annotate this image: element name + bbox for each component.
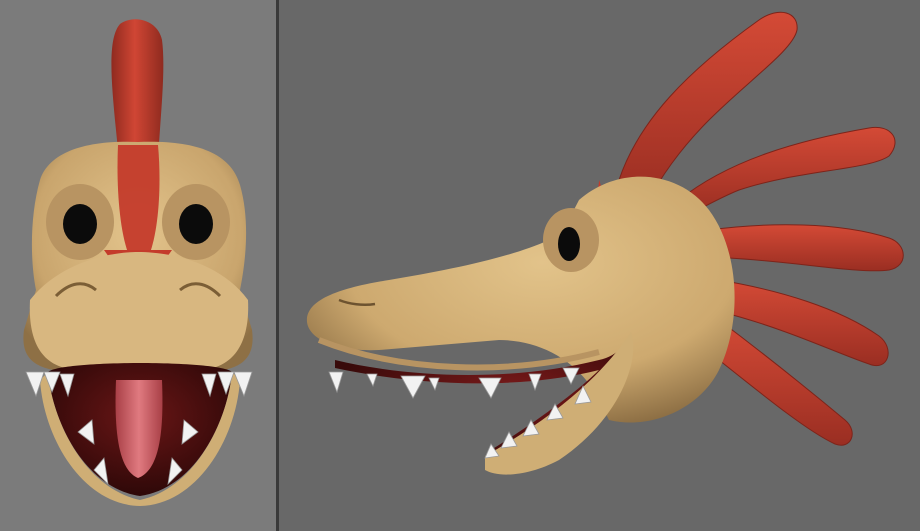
side-eye [558, 227, 580, 261]
front-right-eye [179, 204, 213, 244]
creature-head-front-icon [0, 0, 276, 531]
side-viewport [279, 0, 920, 531]
render-stage [0, 0, 920, 531]
creature-head-side-icon [279, 0, 920, 531]
front-crest-spike [111, 19, 164, 160]
front-left-eye [63, 204, 97, 244]
front-viewport [0, 0, 276, 531]
